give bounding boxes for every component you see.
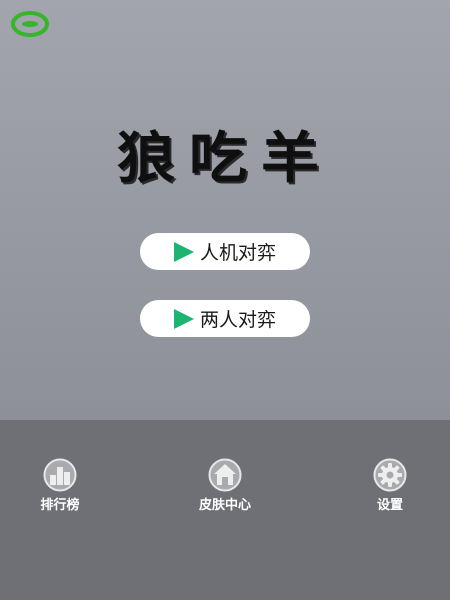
nav-leaderboard[interactable]: 排行榜 bbox=[15, 458, 105, 513]
nav-settings[interactable]: 设置 bbox=[345, 458, 435, 513]
nav-settings-label: 设置 bbox=[376, 498, 403, 513]
game-title: 狼吃羊 bbox=[116, 125, 333, 191]
vs-ai-button[interactable]: 人机对弈 bbox=[140, 233, 310, 270]
nav-skin-center[interactable]: 皮肤中心 bbox=[180, 458, 270, 513]
play-icon bbox=[173, 308, 194, 329]
house-icon bbox=[208, 458, 242, 492]
vs-ai-label: 人机对弈 bbox=[199, 242, 276, 264]
nav-skin-center-label: 皮肤中心 bbox=[198, 498, 251, 513]
play-icon bbox=[173, 241, 194, 262]
gear-icon bbox=[373, 458, 407, 492]
nav-leaderboard-label: 排行榜 bbox=[40, 498, 80, 513]
two-player-label: 两人对弈 bbox=[199, 309, 276, 331]
leaderboard-icon bbox=[43, 458, 77, 492]
main-area bbox=[0, 0, 450, 420]
app-badge-icon[interactable] bbox=[10, 10, 50, 38]
two-player-button[interactable]: 两人对弈 bbox=[140, 300, 310, 337]
